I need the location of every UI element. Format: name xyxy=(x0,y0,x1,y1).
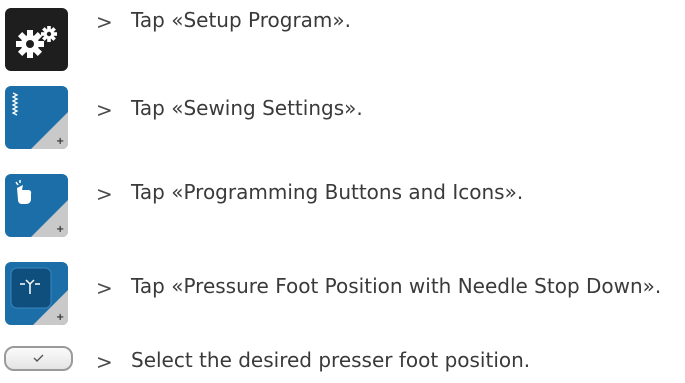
svg-text:+: + xyxy=(56,224,64,235)
step-instruction: Tap «Pressure Foot Position with Needle … xyxy=(131,274,662,298)
programming-buttons-button[interactable]: + xyxy=(5,174,68,237)
step-arrow: > xyxy=(96,10,113,34)
step-arrow: > xyxy=(96,350,113,374)
settings-gears-icon xyxy=(16,26,57,58)
step-instruction: Tap «Setup Program». xyxy=(131,8,351,32)
step-instruction: Select the desired presser foot position… xyxy=(131,348,531,372)
step-arrow: > xyxy=(96,276,113,300)
sewing-settings-icon: + xyxy=(11,92,68,149)
svg-text:+: + xyxy=(56,136,64,147)
setup-program-button[interactable] xyxy=(5,8,68,71)
step-arrow: > xyxy=(96,182,113,206)
checkmark-toggle-button[interactable] xyxy=(4,346,73,371)
step-instruction: Tap «Programming Buttons and Icons». xyxy=(131,180,524,204)
presser-foot-position-button[interactable]: + xyxy=(5,262,68,325)
step-arrow: > xyxy=(96,98,113,122)
checkmark-toggle-icon xyxy=(33,354,44,362)
programming-buttons-icon: + xyxy=(15,180,68,237)
presser-foot-needle-icon: + xyxy=(10,267,68,325)
sewing-settings-button[interactable]: + xyxy=(5,86,68,149)
svg-text:+: + xyxy=(56,312,64,323)
step-instruction: Tap «Sewing Settings». xyxy=(131,96,363,120)
